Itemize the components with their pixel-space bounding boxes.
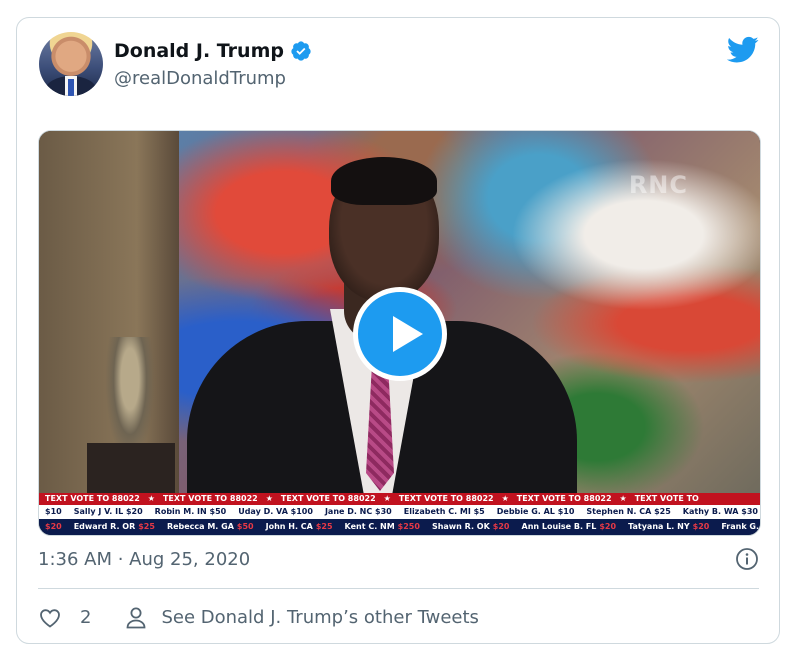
- tweet-timestamp[interactable]: 1:36 AM · Aug 25, 2020: [38, 548, 250, 572]
- ticker-donor: Shawn R. OK $20: [426, 519, 516, 535]
- ticker-donor-name: Tatyana L. NY: [628, 522, 690, 531]
- divider: [38, 588, 759, 589]
- ticker-top-row: TEXT VOTE TO 88022 ★ TEXT VOTE TO 88022 ★ TE…: [39, 493, 760, 505]
- ticker-donor: Uday D. VA $100: [238, 507, 313, 516]
- ticker-vote-text: TEXT VOTE TO 88022: [280, 494, 376, 503]
- user-handle[interactable]: @realDonaldTrump: [114, 67, 286, 91]
- ticker-donor-amount: $250: [397, 522, 420, 531]
- ticker-donor: Elizabeth C. MI $5: [403, 507, 485, 516]
- ticker-donor-name: Edward R. OR: [73, 522, 136, 531]
- person-icon[interactable]: [125, 606, 147, 630]
- ticker-star-icon: ★: [501, 494, 509, 503]
- like-count[interactable]: 2: [80, 606, 91, 630]
- verified-badge-icon: [291, 41, 311, 61]
- ticker-donor-amount: $20: [692, 522, 710, 531]
- info-icon[interactable]: [735, 547, 759, 571]
- tweet-actions: 2 See Donald J. Trump’s other Tweets: [38, 604, 479, 632]
- ticker-donor: $10: [45, 507, 62, 516]
- rnc-watermark: RNC: [628, 171, 688, 199]
- ticker-vote-text: TEXT VOTE TO 88022: [398, 494, 494, 503]
- ticker-donor-name: Kent C. NM: [344, 522, 395, 531]
- ticker-donor: John H. CA $25: [260, 519, 339, 535]
- avatar[interactable]: [39, 32, 103, 96]
- ticker-donor: $20: [39, 519, 68, 535]
- ticker-star-icon: ★: [619, 494, 627, 503]
- ticker-donor: Robin M. IN $50: [154, 507, 227, 516]
- avatar-tie: [68, 79, 74, 96]
- ticker-vote-text: TEXT VOTE TO 88022: [162, 494, 258, 503]
- ticker-donor-amount: $25: [315, 522, 333, 531]
- ticker-star-icon: ★: [147, 494, 155, 503]
- author-name-row[interactable]: Donald J. Trump: [114, 38, 312, 64]
- ticker-vote-text: TEXT VOTE TO 88022: [516, 494, 612, 503]
- tweet-card: Donald J. Trump @realDonaldTrump RNC TEX…: [16, 17, 780, 644]
- ticker-donor: Ann Louise B. FL $20: [516, 519, 623, 535]
- donation-ticker: TEXT VOTE TO 88022 ★ TEXT VOTE TO 88022 ★ TE…: [39, 493, 760, 535]
- ticker-donor-amount: $25: [138, 522, 155, 531]
- ticker-donor: Debbie G. AL $10: [496, 507, 575, 516]
- twitter-bird-icon[interactable]: [727, 36, 759, 64]
- ticker-donor: Stephen N. CA $25: [586, 507, 671, 516]
- ticker-donor: Sally J V. IL $20: [73, 507, 143, 516]
- ticker-bottom-row: $20 Edward R. OR $25 Rebecca M. GA $50 John H…: [39, 519, 760, 535]
- ticker-donor: Rebecca M. GA $50: [161, 519, 260, 535]
- play-button[interactable]: [353, 287, 447, 381]
- play-icon: [393, 316, 423, 352]
- ticker-donor: Tatyana L. NY $20: [622, 519, 715, 535]
- ticker-star-icon: ★: [383, 494, 391, 503]
- ticker-donor-name: Rebecca M. GA: [166, 522, 234, 531]
- ticker-donor-amount: $20: [599, 522, 617, 531]
- ticker-vote-text: TEXT VOTE TO 88022: [45, 494, 140, 503]
- ticker-star-icon: ★: [265, 494, 273, 503]
- ticker-donor-amount: $20: [45, 522, 62, 531]
- ticker-vote-text: TEXT VOTE TO: [634, 494, 699, 503]
- ticker-middle-row: $10 Sally J V. IL $20 Robin M. IN $50 Uday …: [39, 505, 760, 519]
- ticker-donor: Frank G. FL$2: [715, 519, 760, 535]
- ticker-donor: Kathy B. WA $30: [682, 507, 758, 516]
- heart-icon[interactable]: [38, 606, 62, 630]
- video-speaker-hair: [331, 157, 437, 205]
- ticker-donor-amount: $50: [236, 522, 254, 531]
- ticker-donor: Jane D. NC $30: [324, 507, 392, 516]
- ticker-donor-name: Frank G. FL: [721, 522, 760, 531]
- ticker-donor-name: Shawn R. OK: [431, 522, 490, 531]
- display-name[interactable]: Donald J. Trump: [114, 38, 284, 64]
- see-other-tweets-link[interactable]: See Donald J. Trump’s other Tweets: [161, 606, 478, 630]
- ticker-donor-name: Ann Louise B. FL: [521, 522, 597, 531]
- ticker-donor: Edward R. OR $25: [68, 519, 161, 535]
- ticker-donor: Kent C. NM $250: [339, 519, 426, 535]
- ticker-donor-amount: $20: [492, 522, 510, 531]
- video-player[interactable]: RNC TEXT VOTE TO 88022 ★ TEXT VOTE TO 8802…: [38, 130, 761, 536]
- ticker-donor-name: John H. CA: [265, 522, 313, 531]
